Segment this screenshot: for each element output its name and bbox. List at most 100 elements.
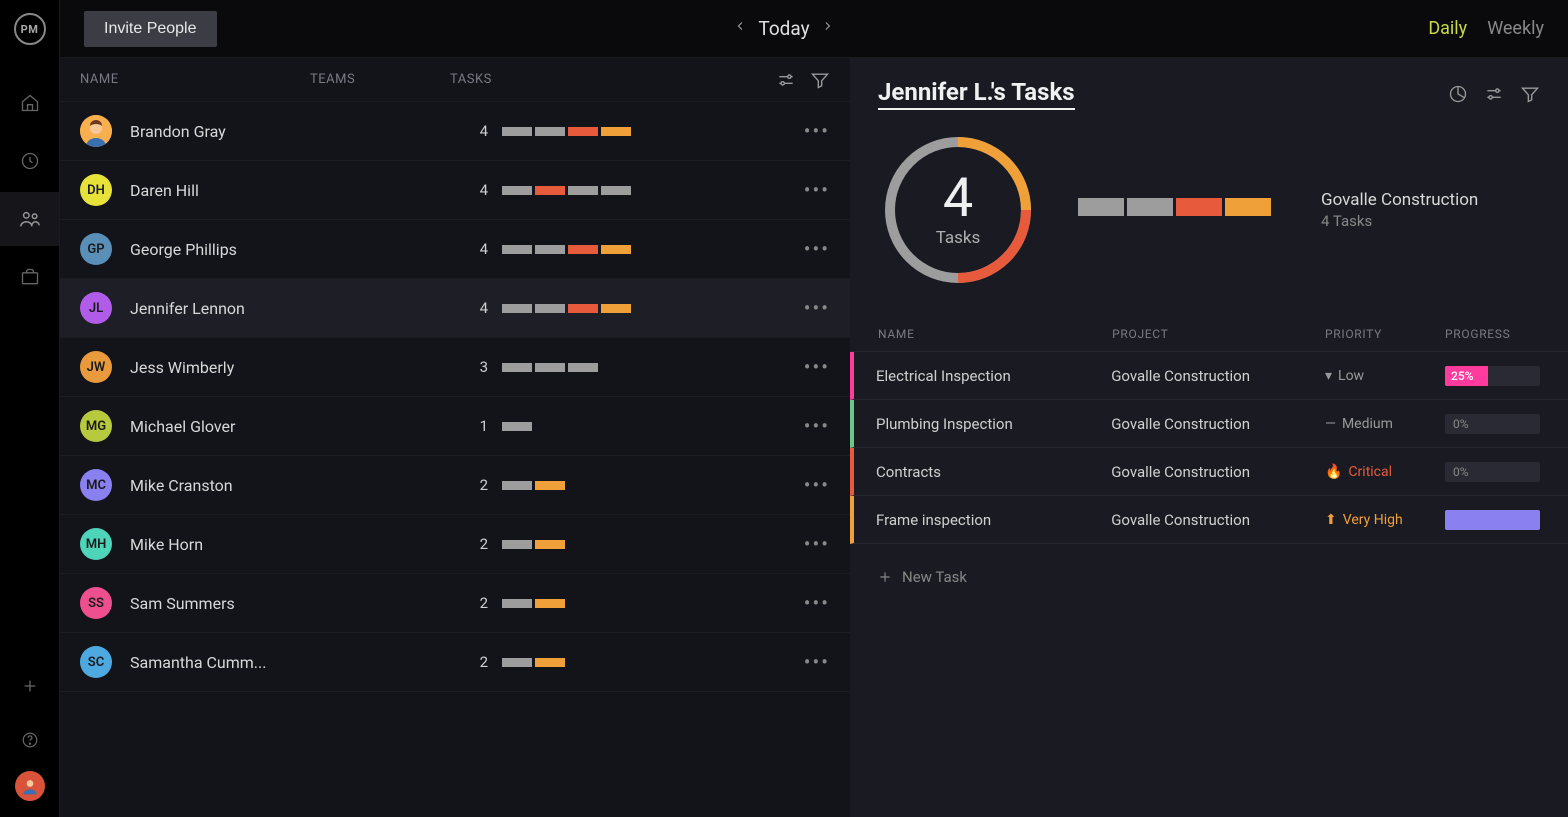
row-more-button[interactable]: ••• [804,414,830,438]
nav-home[interactable] [0,76,59,130]
current-date-label: Today [758,17,809,40]
summary-bars [1078,198,1271,216]
task-bar-segment [568,304,598,313]
priority-icon: 🔥 [1325,464,1342,480]
task-col-name[interactable]: NAME [878,327,1112,341]
col-header-teams[interactable]: TEAMS [310,72,450,87]
task-bar-strip [502,363,598,372]
task-project: Govalle Construction [1111,415,1325,433]
task-name: Electrical Inspection [876,367,1111,385]
person-row[interactable]: Brandon Gray 4 ••• [60,102,850,161]
settings-button[interactable] [776,70,796,90]
task-name: Plumbing Inspection [876,415,1111,433]
task-bar-segment [568,127,598,136]
new-task-button[interactable]: New Task [850,544,1568,610]
task-project: Govalle Construction [1111,367,1325,385]
task-count: 3 [450,358,488,376]
person-row[interactable]: SS Sam Summers 2 ••• [60,574,850,633]
person-name: Brandon Gray [130,122,308,141]
task-count: 2 [450,653,488,671]
detail-title: Jennifer L.'s Tasks [878,78,1075,110]
task-bar-segment [535,245,565,254]
task-bar-segment [502,363,532,372]
plus-icon [878,570,892,584]
avatar: JW [80,351,112,383]
new-task-label: New Task [902,568,967,586]
next-day-button[interactable] [822,17,834,40]
row-more-button[interactable]: ••• [804,591,830,615]
person-row[interactable]: MC Mike Cranston 2 ••• [60,456,850,515]
home-icon [20,93,40,113]
task-bar-segment [502,304,532,313]
task-project: Govalle Construction [1111,463,1325,481]
task-col-project[interactable]: PROJECT [1112,327,1325,341]
person-name: Daren Hill [130,181,308,200]
person-row[interactable]: DH Daren Hill 4 ••• [60,161,850,220]
person-row[interactable]: MG Michael Glover 1 ••• [60,397,850,456]
progress-bar: 0% [1445,462,1540,482]
avatar: SS [80,587,112,619]
task-row[interactable]: Frame inspection Govalle Construction ⬆V… [850,496,1568,544]
task-row[interactable]: Electrical Inspection Govalle Constructi… [850,352,1568,400]
task-count: 1 [450,417,488,435]
row-more-button[interactable]: ••• [804,119,830,143]
filter-icon [1520,84,1540,104]
row-more-button[interactable]: ••• [804,355,830,379]
avatar: MG [80,410,112,442]
nav-briefcase[interactable] [0,250,59,304]
invite-people-button[interactable]: Invite People [84,11,217,47]
task-bar-segment [502,127,532,136]
task-bar-strip [502,481,565,490]
nav-people[interactable] [0,192,59,246]
avatar-icon [20,776,40,796]
task-bar-segment [535,127,565,136]
prev-day-button[interactable] [734,17,746,40]
nav-recent[interactable] [0,134,59,188]
row-more-button[interactable]: ••• [804,296,830,320]
task-bar-strip [502,186,631,195]
nav-help[interactable] [0,717,59,763]
task-bar-segment [535,658,565,667]
topbar: Invite People Today Daily Weekly [60,0,1568,58]
person-row[interactable]: JW Jess Wimberly 3 ••• [60,338,850,397]
person-row[interactable]: GP George Phillips 4 ••• [60,220,850,279]
task-col-priority[interactable]: PRIORITY [1325,327,1445,341]
task-bar-segment [535,540,565,549]
col-header-name[interactable]: NAME [80,72,310,87]
filter-button[interactable] [810,70,830,90]
summary-bar-segment [1127,198,1173,216]
current-user-avatar[interactable] [15,771,45,801]
avatar [80,115,112,147]
task-row[interactable]: Contracts Govalle Construction 🔥Critical… [850,448,1568,496]
view-daily-tab[interactable]: Daily [1428,18,1467,39]
person-row[interactable]: JL Jennifer Lennon 4 ••• [60,279,850,338]
person-row[interactable]: SC Samantha Cumm... 2 ••• [60,633,850,692]
col-header-tasks[interactable]: TASKS [450,72,776,87]
row-more-button[interactable]: ••• [804,650,830,674]
task-bar-strip [502,422,532,431]
detail-settings-button[interactable] [1484,84,1504,104]
task-col-progress[interactable]: PROGRESS [1445,327,1540,341]
nav-add[interactable] [0,663,59,709]
person-name: Jennifer Lennon [130,299,308,318]
donut-label: Tasks [936,228,981,248]
donut-count: 4 [943,172,973,226]
task-row[interactable]: Plumbing Inspection Govalle Construction… [850,400,1568,448]
task-bar-strip [502,658,565,667]
task-priority: 🔥Critical [1325,464,1445,480]
clock-icon [20,151,40,171]
chart-button[interactable] [1448,84,1468,104]
row-more-button[interactable]: ••• [804,237,830,261]
person-row[interactable]: MH Mike Horn 2 ••• [60,515,850,574]
logo[interactable]: PM [0,0,59,58]
summary-bar-segment [1176,198,1222,216]
detail-filter-button[interactable] [1520,84,1540,104]
view-weekly-tab[interactable]: Weekly [1487,18,1544,39]
task-donut-chart: 4 Tasks [878,130,1038,290]
row-more-button[interactable]: ••• [804,178,830,202]
priority-icon: ▾ [1325,368,1332,384]
row-more-button[interactable]: ••• [804,473,830,497]
avatar: SC [80,646,112,678]
task-bar-segment [502,540,532,549]
row-more-button[interactable]: ••• [804,532,830,556]
